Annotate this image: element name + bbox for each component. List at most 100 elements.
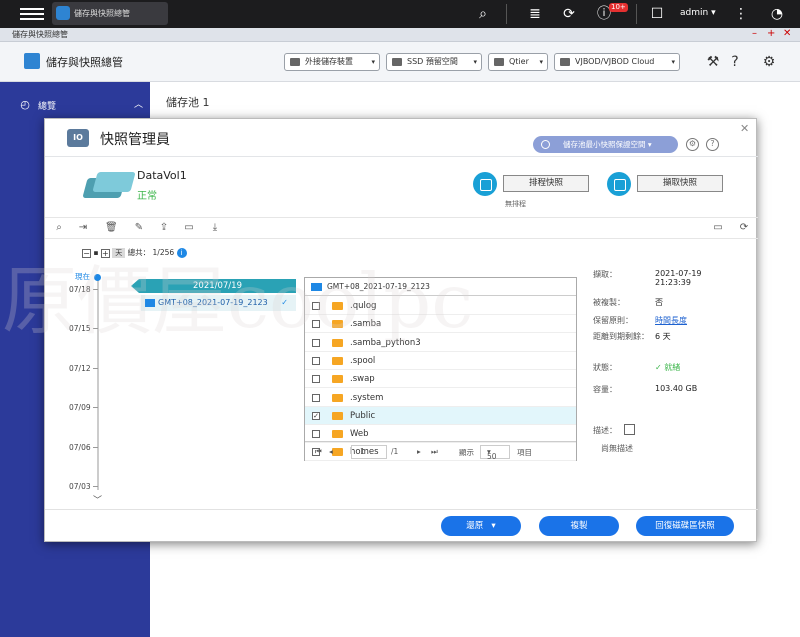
file-row[interactable]: .samba [305, 315, 576, 334]
file-name: .swap [350, 374, 375, 385]
qtier-label: Qtier [509, 57, 529, 66]
items-label: 項目 [517, 448, 532, 457]
now-marker [94, 274, 101, 281]
file-checkbox[interactable] [312, 302, 320, 310]
last-page-icon[interactable]: ⏭ [431, 447, 438, 457]
export-icon[interactable]: ⇥ [77, 222, 89, 234]
next-page-icon[interactable]: ▸ [417, 447, 421, 456]
volume-status: 正常 [137, 191, 157, 202]
description-label: 描述： [593, 426, 617, 435]
timeline-tick-label: 07/03 [69, 482, 91, 491]
app-logo-icon [24, 53, 40, 69]
sync-icon[interactable]: ⟳ [560, 5, 578, 23]
timeline-tick [93, 407, 98, 408]
vjbod-button[interactable]: VJBOD/VJBOD Cloud ▾ [554, 53, 680, 71]
external-storage-button[interactable]: 外接儲存裝置 ▾ [284, 53, 380, 71]
download-icon[interactable]: ⤓ [209, 222, 221, 234]
expand-button[interactable]: + [100, 248, 110, 258]
edit-description-icon[interactable] [624, 424, 635, 435]
schedule-snapshot-button[interactable]: 排程快照 [503, 175, 589, 192]
minimize-button[interactable]: – [752, 28, 757, 39]
window-titlebar: 儲存與快照總管 – + ✕ [0, 28, 800, 42]
top-bar: 儲存與快照總管 ⌕ ≣ ⟳ ⓘ 10+ ☐ admin ▾ ⋮ ◔ [0, 0, 800, 28]
file-row[interactable]: .samba_python3 [305, 334, 576, 352]
folder-icon[interactable]: ▭ [183, 222, 195, 234]
take-snapshot-button[interactable]: 擷取快照 [637, 175, 723, 192]
user-menu[interactable]: admin ▾ [680, 8, 716, 18]
file-checkbox[interactable] [312, 356, 320, 365]
guaranteed-space-dropdown[interactable]: 儲存池最小快照保證空間 ▾ [533, 136, 678, 153]
close-window-button[interactable]: ✕ [783, 28, 791, 39]
restore-button[interactable]: 還原 ▾ [441, 516, 521, 536]
tasks-icon[interactable]: ≣ [526, 5, 544, 23]
user-icon[interactable]: ☐ [648, 5, 666, 23]
file-row[interactable]: ✓ Public [305, 406, 576, 425]
snapshot-icon [311, 283, 322, 291]
chevron-down-icon[interactable]: ﹀ [93, 493, 102, 506]
folder-icon [332, 393, 343, 402]
property-value: 6 天 [655, 332, 671, 341]
menu-icon[interactable] [20, 5, 44, 23]
file-row[interactable]: .qulog [305, 297, 576, 315]
more-icon[interactable]: ⋮ [732, 5, 750, 23]
tools-icon[interactable]: ⚒ [704, 53, 722, 71]
ssd-overprovision-button[interactable]: SSD 預留空間 ▾ [386, 53, 482, 71]
timeline-axis [97, 275, 99, 490]
folder-icon [332, 338, 343, 347]
delete-icon[interactable]: 🗑 [105, 222, 118, 234]
file-row[interactable]: .swap [305, 370, 576, 389]
revert-snapshot-button[interactable]: 回復磁碟區快照 [636, 516, 734, 536]
search-icon[interactable]: ⌕ [474, 5, 492, 23]
snapshot-manager-dialog: IO 快照管理員 儲存池最小快照保證空間 ▾ ⚙ ? ✕ DataVol1 正常… [44, 118, 758, 542]
prev-page-icon[interactable]: ◂ [329, 447, 333, 456]
snapshot-name: GMT+08_2021-07-19_2123 [158, 298, 268, 307]
first-page-icon[interactable]: ⏮ [315, 447, 322, 457]
help-icon[interactable]: ? [706, 138, 719, 151]
timeline-tick-label: 07/12 [69, 364, 91, 373]
gear-icon[interactable]: ⚙ [686, 138, 699, 151]
app-tab[interactable]: 儲存與快照總管 [52, 2, 168, 25]
file-checkbox[interactable]: ✓ [312, 411, 320, 420]
file-checkbox[interactable] [312, 320, 320, 329]
timeline-tick-label: 07/06 [69, 443, 91, 452]
property-label: 狀態： [593, 363, 617, 372]
snapshot-item[interactable]: GMT+08_2021-07-19_2123 ✓ [141, 295, 296, 311]
maximize-button[interactable]: + [767, 28, 775, 39]
snapshot-count: 總共： 1/256 [127, 248, 175, 257]
divider [506, 4, 507, 24]
edit-icon[interactable]: ✎ [133, 222, 145, 234]
file-row[interactable]: .spool [305, 352, 576, 370]
dialog-title: 快照管理員 [100, 132, 170, 148]
selected-date-tab[interactable]: 2021/07/19 [131, 279, 296, 293]
refresh-icon[interactable]: ⟳ [738, 222, 750, 234]
page-title: 儲存池 1 [166, 96, 210, 109]
timeline-tick [93, 368, 98, 369]
file-checkbox[interactable] [312, 393, 320, 402]
per-page-select[interactable]: 50 ▾ [480, 445, 510, 461]
layout-icon[interactable]: ▭ [712, 222, 724, 234]
qtier-button[interactable]: Qtier ▾ [488, 53, 548, 71]
file-checkbox[interactable] [312, 338, 320, 347]
day-unit[interactable]: 天 [112, 248, 126, 258]
close-icon[interactable]: ✕ [740, 122, 749, 135]
divider [636, 4, 637, 24]
file-checkbox[interactable] [312, 375, 320, 384]
folder-icon [332, 356, 343, 365]
help-icon[interactable]: ? [726, 53, 744, 71]
file-checkbox[interactable] [312, 430, 320, 439]
ssd-label: SSD 預留空間 [407, 57, 458, 66]
upload-icon[interactable]: ⇪ [158, 222, 170, 234]
page-input[interactable]: 1 [351, 445, 387, 459]
property-value: ✓ 就緒 [655, 362, 680, 373]
info-icon[interactable]: i [176, 248, 187, 258]
window-title: 儲存與快照總管 [12, 30, 68, 39]
sidebar-item-overview[interactable]: ◴ 總覽 ︿ [0, 94, 150, 116]
collapse-button[interactable]: − [82, 248, 91, 258]
settings-icon[interactable]: ⚙ [760, 53, 778, 71]
file-row[interactable]: .system [305, 389, 576, 407]
clone-button[interactable]: 複製 [539, 516, 619, 536]
property-value[interactable]: 時間長度 [655, 315, 687, 326]
dashboard-icon[interactable]: ◔ [768, 5, 786, 23]
search-icon[interactable]: ⌕ [53, 222, 65, 234]
property-label: 距離到期剩餘： [593, 332, 649, 341]
